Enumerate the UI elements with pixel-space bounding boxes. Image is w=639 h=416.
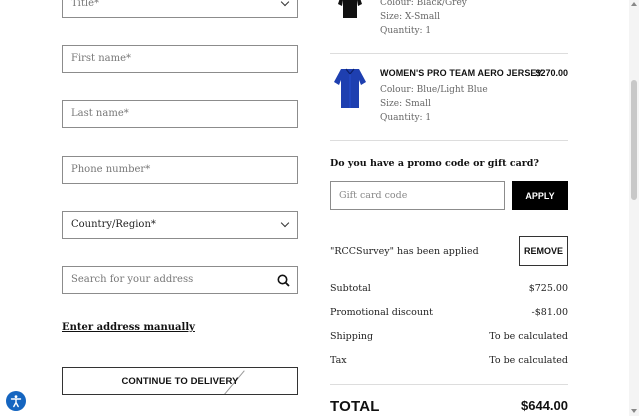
- product-quantity: Quantity: 1: [380, 113, 432, 123]
- phone-placeholder: Phone number*: [71, 164, 151, 175]
- total-label: TOTAL: [330, 398, 380, 415]
- total-value: $644.00: [521, 398, 568, 413]
- scroll-down-arrow-icon[interactable]: [631, 409, 637, 413]
- scroll-up-arrow-icon[interactable]: [631, 2, 637, 6]
- product-price: $270.00: [535, 68, 568, 78]
- scrollbar[interactable]: [629, 0, 639, 416]
- accessibility-icon: [10, 395, 22, 408]
- divider: [330, 140, 568, 141]
- chevron-down-icon: [280, 0, 290, 7]
- promo-discount-label: Promotional discount: [330, 307, 433, 318]
- product-image-jersey-black: [338, 0, 362, 18]
- title-select[interactable]: Title*: [62, 0, 298, 18]
- promo-question: Do you have a promo code or gift card?: [330, 158, 539, 169]
- subtotal-label: Subtotal: [330, 283, 371, 294]
- product-quantity: Quantity: 1: [380, 26, 432, 36]
- accessibility-button[interactable]: [6, 391, 26, 411]
- first-name-placeholder: First name*: [71, 53, 132, 64]
- first-name-field[interactable]: First name*: [62, 45, 298, 73]
- continue-to-delivery-button[interactable]: CONTINUE TO DELIVERY: [62, 367, 298, 395]
- promo-applied-message: "RCCSurvey" has been applied: [330, 246, 479, 257]
- enter-address-manually-link[interactable]: Enter address manually: [62, 322, 195, 333]
- country-select-label: Country/Region*: [71, 219, 156, 230]
- scrollbar-thumb[interactable]: [631, 80, 637, 200]
- last-name-placeholder: Last name*: [71, 108, 129, 119]
- phone-field[interactable]: Phone number*: [62, 156, 298, 184]
- title-select-placeholder: Title*: [71, 0, 100, 9]
- promo-discount-value: -$81.00: [531, 307, 568, 318]
- chevron-down-icon: [280, 218, 290, 228]
- product-colour: Colour: Blue/Light Blue: [380, 85, 488, 95]
- product-colour: Colour: Black/Grey: [380, 0, 467, 8]
- product-image-jersey-blue: [334, 68, 366, 108]
- apply-button[interactable]: APPLY: [512, 181, 568, 210]
- divider: [330, 53, 568, 54]
- product-size: Size: Small: [380, 99, 431, 109]
- address-search-input[interactable]: Search for your address: [62, 266, 298, 294]
- gift-card-input[interactable]: Gift card code: [330, 181, 505, 210]
- subtotal-value: $725.00: [528, 283, 568, 294]
- divider: [330, 384, 568, 385]
- tax-label: Tax: [330, 355, 347, 366]
- shipping-value: To be calculated: [489, 331, 568, 342]
- product-size: Size: X-Small: [380, 12, 440, 22]
- product-name: WOMEN'S PRO TEAM AERO JERSEY: [380, 68, 543, 78]
- shipping-label: Shipping: [330, 331, 374, 342]
- country-select[interactable]: Country/Region*: [62, 211, 298, 239]
- remove-promo-button[interactable]: REMOVE: [519, 236, 568, 266]
- tax-value: To be calculated: [489, 355, 568, 366]
- search-icon[interactable]: [277, 274, 290, 287]
- continue-to-delivery-label: CONTINUE TO DELIVERY: [121, 375, 239, 387]
- address-search-placeholder: Search for your address: [71, 274, 194, 285]
- last-name-field[interactable]: Last name*: [62, 100, 298, 128]
- gift-card-placeholder: Gift card code: [339, 190, 408, 201]
